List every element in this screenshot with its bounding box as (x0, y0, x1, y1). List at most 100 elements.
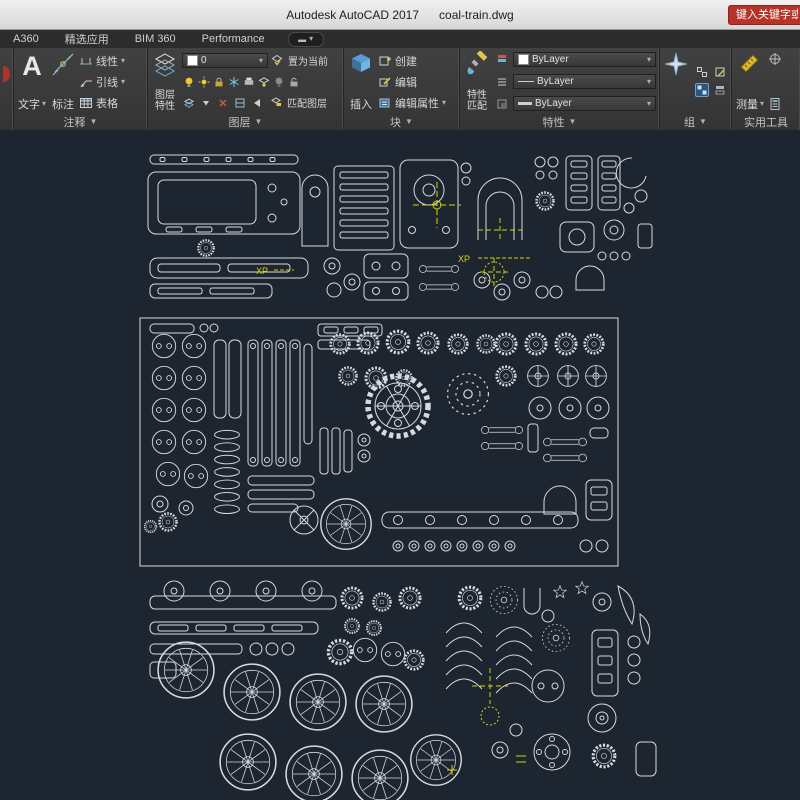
edit-block-icon (378, 75, 392, 89)
laser-cut-panel-2 (140, 318, 618, 566)
panel-label-group[interactable]: 组 ▼ (660, 114, 731, 130)
menu-bar: A360 精选应用 BIM 360 Performance ▬ ▾ (0, 30, 800, 48)
label: 特性 (467, 90, 487, 101)
linetype-value: ByLayer (537, 76, 644, 87)
panel-label-block[interactable]: 块 ▼ (344, 114, 459, 130)
label: 图层 (229, 114, 251, 130)
set-current-icon (271, 54, 285, 68)
caret-down-icon: ▾ (647, 56, 651, 64)
tab-performance[interactable]: Performance (189, 30, 278, 48)
tab-bim360[interactable]: BIM 360 (122, 30, 189, 48)
panel-annotation: A 文字▾ 标注 线性 ▾ (14, 48, 148, 130)
panel-label-properties[interactable]: 特性 ▼ (460, 114, 659, 130)
layer-off-icon[interactable] (272, 75, 286, 89)
panel-label-annotation[interactable]: 注释 ▼ (14, 114, 147, 130)
panel-label-layers[interactable]: 图层 ▼ (148, 114, 343, 130)
label: 匹配 (467, 101, 487, 112)
laser-cut-panel-3 (150, 581, 656, 800)
caret-down-icon: ▼ (255, 118, 263, 126)
panel-utilities: 测量▾ 实用工具 (732, 48, 800, 130)
drawing-canvas[interactable]: XP XP (0, 130, 800, 800)
set-current-layer-button[interactable]: 置为当前 (271, 53, 328, 68)
group-button[interactable] (662, 50, 690, 114)
match-layer-button[interactable]: 匹配图层 (270, 95, 327, 110)
search-input[interactable] (728, 5, 800, 25)
layer-delete-icon[interactable] (216, 96, 230, 110)
lineweight-icon (518, 102, 532, 105)
linetype-icon (518, 81, 534, 82)
title-bar: Autodesk AutoCAD 2017 coal-train.dwg (0, 0, 800, 30)
layer-prev-icon[interactable] (250, 96, 264, 110)
layer-walk-icon[interactable] (182, 96, 196, 110)
layer-select[interactable]: 0 ▾ (182, 53, 268, 68)
layer-freeze-all-icon[interactable] (233, 96, 247, 110)
edit-attributes-button[interactable]: 编辑属性 ▾ (378, 94, 446, 111)
match-properties-icon (464, 51, 490, 77)
label: 表格 (96, 95, 118, 111)
list-icon[interactable] (495, 75, 509, 89)
ribbon-clipped-edge (0, 48, 14, 130)
xp-annotation: XP (458, 254, 470, 264)
panel-label-utilities[interactable]: 实用工具 (732, 114, 800, 130)
layer-isolate-icon[interactable] (257, 75, 271, 89)
linetype-select[interactable]: ByLayer ▾ (513, 74, 656, 89)
layer-freeze-icon[interactable] (227, 75, 241, 89)
color-swatch-icon (187, 55, 198, 66)
lineweight-select[interactable]: ByLayer ▾ (513, 96, 656, 111)
panel-group: 组 ▼ (660, 48, 732, 130)
label: 创建 (395, 53, 417, 69)
caret-down-icon: ▾ (647, 78, 651, 86)
group-icon (663, 51, 689, 77)
layer-on-icon[interactable] (182, 75, 196, 89)
table-icon (79, 96, 93, 110)
label: 标注 (52, 96, 74, 112)
label: 匹配图层 (287, 95, 327, 110)
lineweight-value: ByLayer (535, 98, 644, 109)
label: 注释 (64, 114, 86, 130)
insert-block-button[interactable]: 插入 (347, 50, 375, 114)
caret-down-icon: ▼ (699, 118, 707, 126)
caret-down-icon: ▾ (760, 100, 764, 108)
object-color-icon[interactable] (495, 52, 509, 66)
partial-icon (3, 66, 10, 82)
leader-button[interactable]: 引线 ▾ (79, 73, 125, 90)
xp-annotation: XP (256, 266, 268, 276)
color-value: ByLayer (532, 54, 644, 65)
panel-block: 插入 创建 编辑 编辑属性 ▾ (344, 48, 460, 130)
match-properties-button[interactable]: 特性匹配 (463, 50, 491, 114)
group-edit-icon[interactable] (713, 65, 727, 79)
group-manager-icon[interactable] (713, 83, 727, 97)
id-point-icon[interactable] (768, 52, 782, 66)
layer-merge-icon[interactable] (199, 96, 213, 110)
create-block-button[interactable]: 创建 (378, 52, 446, 69)
dimension-icon (51, 51, 75, 77)
laser-cut-panel-1 (148, 155, 652, 300)
text-icon: A (22, 51, 42, 81)
layer-lock-icon[interactable] (212, 75, 226, 89)
dimension-button[interactable]: 标注 (50, 50, 76, 114)
mtext-button[interactable]: A 文字▾ (17, 50, 47, 114)
layer-plot-icon[interactable] (242, 75, 256, 89)
caret-down-icon: ▼ (90, 118, 98, 126)
measure-button[interactable]: 测量▾ (735, 50, 765, 114)
label: 编辑 (395, 74, 417, 90)
linear-dim-button[interactable]: 线性 ▾ (79, 52, 125, 69)
layer-unlock-icon[interactable] (287, 75, 301, 89)
label: 块 (390, 114, 401, 130)
object-color-select[interactable]: ByLayer ▾ (513, 52, 656, 67)
ribbon-options-button[interactable]: ▬ ▾ (288, 32, 324, 47)
quick-calc-icon[interactable] (768, 97, 782, 111)
table-button[interactable]: 表格 (79, 94, 125, 111)
ribbon: A 文字▾ 标注 线性 ▾ (0, 48, 800, 130)
group-selection-toggle[interactable] (695, 83, 709, 97)
window-title: Autodesk AutoCAD 2017 coal-train.dwg (286, 8, 513, 22)
layer-thaw-icon[interactable] (197, 75, 211, 89)
transparency-icon[interactable] (495, 97, 509, 111)
yellow-reference-marks: XP XP (256, 182, 530, 775)
dash-icon: ▬ (298, 35, 306, 44)
tab-a360[interactable]: A360 (0, 30, 52, 48)
tab-featured-apps[interactable]: 精选应用 (52, 30, 122, 48)
edit-block-button[interactable]: 编辑 (378, 73, 446, 90)
ungroup-icon[interactable] (695, 65, 709, 79)
layer-properties-button[interactable]: 图层特性 (151, 50, 179, 114)
